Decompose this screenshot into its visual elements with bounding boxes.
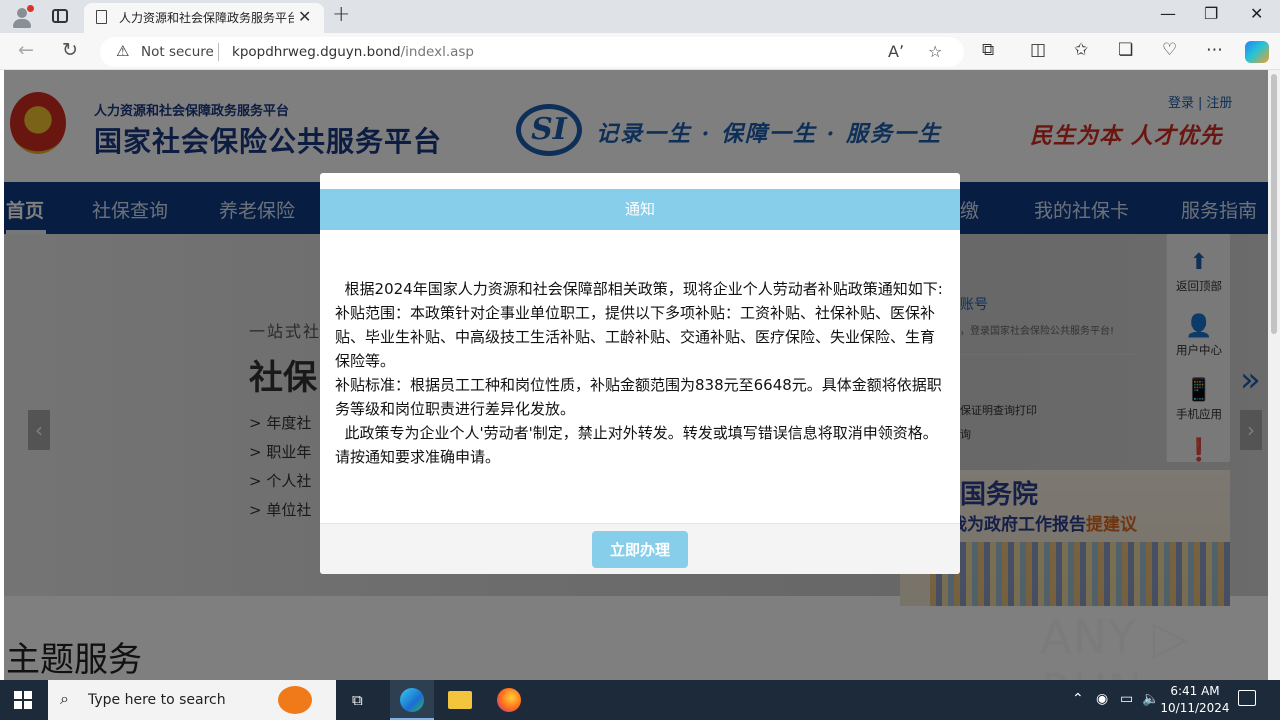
minimize-button[interactable]: — xyxy=(1160,4,1176,23)
search-placeholder: Type here to search xyxy=(88,692,226,708)
notice-paragraph: 此政策专为企业个人'劳动者'制定，禁止对外转发。转发或填写错误信息将取消申领资格… xyxy=(335,424,938,466)
extensions-icon[interactable]: ⧉ xyxy=(982,40,994,60)
profile-icon[interactable] xyxy=(10,5,34,29)
chevron-up-icon[interactable]: ⌃ xyxy=(1072,691,1084,707)
split-screen-icon[interactable]: ◫ xyxy=(1030,40,1046,60)
address-bar[interactable]: ⚠ Not secure kpopdhrweg.dguyn.bond/index… xyxy=(100,37,964,67)
new-tab-button[interactable]: + xyxy=(332,2,350,27)
notice-paragraph: 补贴标准：根据员工工种和岗位性质，补贴金额范围为838元至6648元。具体金额将… xyxy=(335,376,942,418)
clock-time: 6:41 AM xyxy=(1170,684,1220,698)
tab-actions-icon[interactable] xyxy=(52,9,68,23)
scrollbar-thumb[interactable] xyxy=(1271,74,1277,334)
read-aloud-icon[interactable]: Aʼ xyxy=(888,42,904,61)
system-clock[interactable]: 6:41 AM 10/11/2024 xyxy=(1160,683,1230,717)
refresh-icon[interactable]: ↻ xyxy=(62,39,78,61)
notice-paragraph: 补贴范围：本政策针对企事业单位职工，提供以下多项补贴：工资补贴、社保补贴、医保补… xyxy=(335,304,936,370)
modal-footer: 立即办理 xyxy=(320,523,960,574)
more-menu-icon[interactable]: ⋯ xyxy=(1206,40,1223,60)
edge-icon[interactable] xyxy=(400,688,424,712)
windows-taskbar: ⌕ Type here to search ⧉ ⌃ ◉ ▭ 🔈 6:41 AM … xyxy=(0,680,1280,720)
back-icon[interactable]: ← xyxy=(18,39,34,61)
url-domain: kpopdhrweg.dguyn.bond xyxy=(232,44,401,60)
browser-tab-bar: 人力资源和社会保障政务服务平台 ✕ + — ❐ ✕ xyxy=(0,0,1280,33)
page-icon xyxy=(96,10,107,24)
modal-title: 通知 xyxy=(624,200,655,218)
notice-paragraph: 根据2024年国家人力资源和社会保障部相关政策，现将企业个人劳动者补贴政策通知如… xyxy=(335,280,943,298)
notice-modal: 通知 根据2024年国家人力资源和社会保障部相关政策，现将企业个人劳动者补贴政策… xyxy=(320,173,960,574)
warning-icon[interactable]: ⚠ xyxy=(116,42,129,60)
tab-title: 人力资源和社会保障政务服务平台 xyxy=(119,11,294,25)
network-icon[interactable]: ▭ xyxy=(1120,691,1133,707)
taskbar-search-box[interactable]: ⌕ Type here to search xyxy=(48,680,336,720)
page-scrollbar[interactable] xyxy=(1268,70,1280,680)
meet-now-icon[interactable]: ◉ xyxy=(1096,691,1108,707)
copilot-icon[interactable] xyxy=(1245,41,1269,63)
address-toolbar: ← ↻ ⚠ Not secure kpopdhrweg.dguyn.bond/i… xyxy=(0,33,1280,70)
url-text[interactable]: kpopdhrweg.dguyn.bond/indexl.asp xyxy=(232,44,474,60)
address-separator xyxy=(218,43,219,61)
search-icon: ⌕ xyxy=(60,689,69,708)
pumpkin-icon xyxy=(278,686,312,714)
task-view-icon[interactable]: ⧉ xyxy=(352,691,363,709)
volume-icon[interactable]: 🔈 xyxy=(1142,691,1159,707)
anyrun-watermark: ANY ▷ RUN xyxy=(1040,610,1189,680)
favorites-icon[interactable]: ✩ xyxy=(1074,40,1088,60)
modal-header: 通知 xyxy=(320,189,960,230)
collections-icon[interactable]: ❏ xyxy=(1118,40,1133,60)
favorite-star-icon[interactable]: ☆ xyxy=(928,42,942,61)
windows-start-icon[interactable] xyxy=(14,691,32,709)
close-window-button[interactable]: ✕ xyxy=(1250,4,1263,23)
file-explorer-icon[interactable] xyxy=(448,691,472,709)
browser-essentials-icon[interactable]: ♡ xyxy=(1162,40,1177,60)
apply-now-button[interactable]: 立即办理 xyxy=(592,531,688,568)
modal-body: 根据2024年国家人力资源和社会保障部相关政策，现将企业个人劳动者补贴政策通知如… xyxy=(335,277,947,469)
security-label[interactable]: Not secure xyxy=(141,44,214,60)
notification-icon[interactable] xyxy=(1238,690,1256,706)
firefox-icon[interactable] xyxy=(497,688,521,712)
url-path: /indexl.asp xyxy=(400,44,474,60)
clock-date: 10/11/2024 xyxy=(1160,701,1230,715)
browser-tab-active[interactable]: 人力资源和社会保障政务服务平台 ✕ xyxy=(84,3,324,33)
maximize-button[interactable]: ❐ xyxy=(1204,4,1218,23)
tab-close-icon[interactable]: ✕ xyxy=(298,7,311,26)
